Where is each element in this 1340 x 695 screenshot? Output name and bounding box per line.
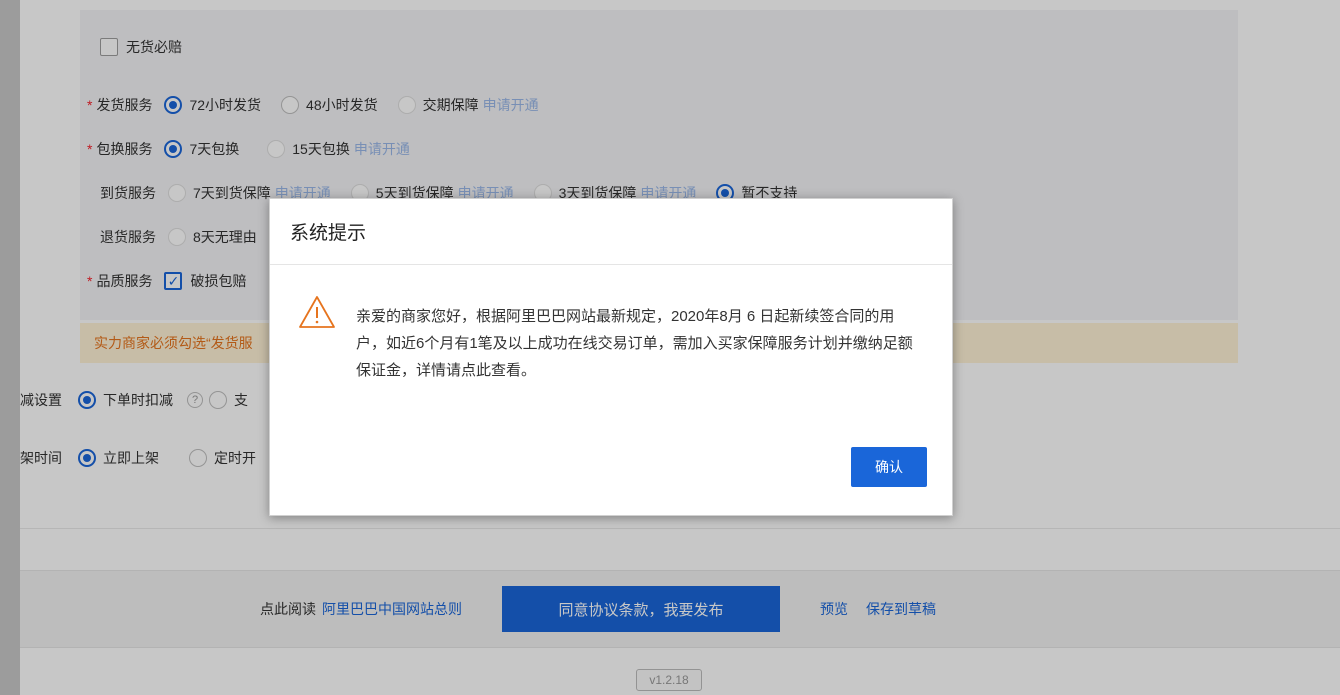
dialog-message[interactable]: 亲爱的商家您好，根据阿里巴巴网站最新规定，2020年8月 6 日起新续签合同的用… — [356, 303, 916, 384]
dialog-body: 亲爱的商家您好，根据阿里巴巴网站最新规定，2020年8月 6 日起新续签合同的用… — [298, 295, 916, 384]
warning-icon — [299, 296, 335, 328]
system-dialog: 系统提示 亲爱的商家您好，根据阿里巴巴网站最新规定，2020年8月 6 日起新续… — [269, 198, 953, 516]
confirm-button[interactable]: 确认 — [851, 447, 927, 487]
dialog-title: 系统提示 — [270, 199, 952, 265]
